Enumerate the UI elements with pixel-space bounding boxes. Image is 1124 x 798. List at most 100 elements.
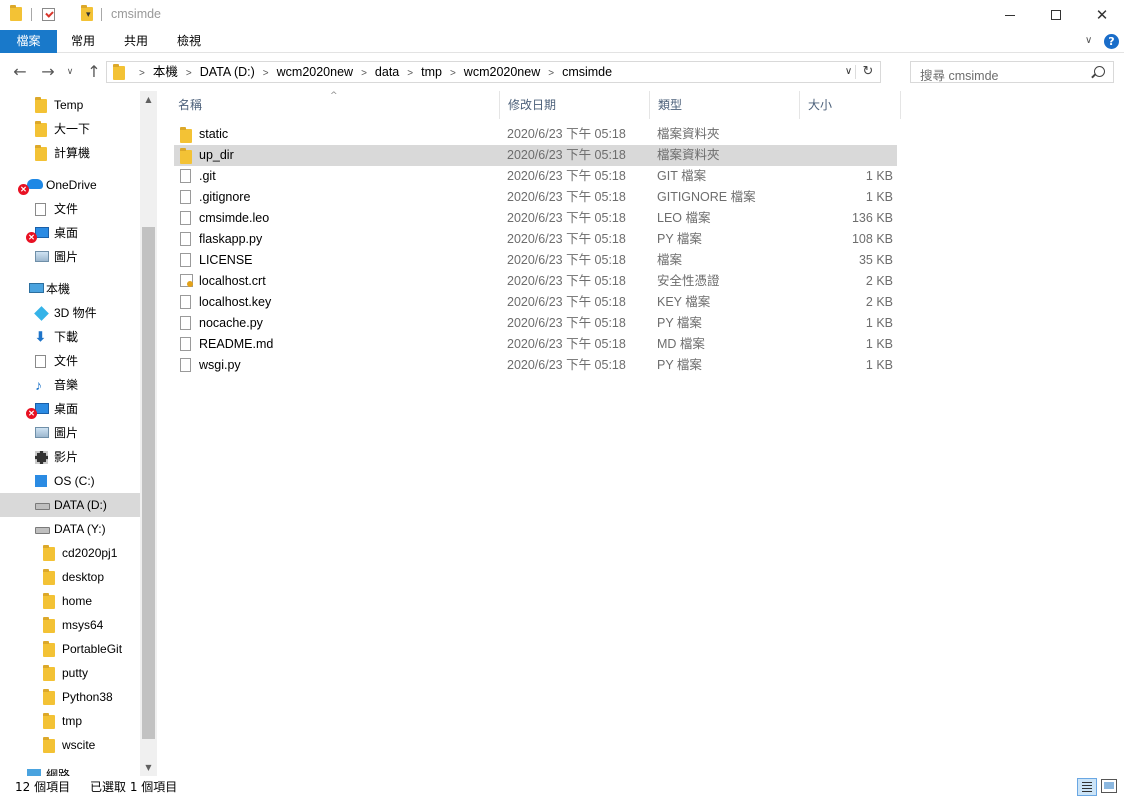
address-dropdown-icon[interactable]: ∨ [842, 65, 856, 79]
file-row[interactable]: LICENSE 2020/6/23 下午 05:18 檔案 35 KB [174, 250, 897, 271]
breadcrumb-separator[interactable]: > [139, 68, 145, 79]
file-date-modified: 2020/6/23 下午 05:18 [507, 148, 626, 162]
nav-item[interactable]: home [0, 589, 140, 613]
nav-item-label: 本機 [46, 282, 71, 296]
nav-item[interactable]: wscite [0, 733, 140, 757]
nav-item[interactable]: 文件 [0, 349, 140, 373]
nav-item[interactable]: 本機 [0, 277, 140, 301]
nav-item[interactable]: 大一下 [0, 117, 140, 141]
breadcrumb-separator[interactable]: > [548, 68, 554, 79]
file-row[interactable]: cmsimde.leo 2020/6/23 下午 05:18 LEO 檔案 136 K… [174, 208, 897, 229]
recent-locations-button[interactable]: ∨ [63, 62, 77, 82]
file-row[interactable]: static 2020/6/23 下午 05:18 檔案資料夾 [174, 124, 897, 145]
nav-item[interactable]: ⬇ 下載 [0, 325, 140, 349]
nav-item-label: OneDrive [46, 178, 97, 192]
nav-item[interactable]: Python38 [0, 685, 140, 709]
nav-item[interactable]: ✕ OneDrive [0, 173, 140, 197]
nav-item[interactable]: msys64 [0, 613, 140, 637]
maximize-button[interactable] [1033, 0, 1079, 30]
nav-item[interactable]: putty [0, 661, 140, 685]
folder-icon [43, 689, 55, 705]
folder-icon [43, 617, 55, 633]
sync-error-icon: ✕ [18, 184, 29, 195]
breadcrumb-item[interactable]: wcm2020new [277, 65, 353, 79]
refresh-button[interactable]: ↻ [858, 63, 878, 81]
nav-item[interactable]: 圖片 [0, 421, 140, 445]
file-row[interactable]: README.md 2020/6/23 下午 05:18 MD 檔案 1 KB [174, 334, 897, 355]
file-row[interactable]: localhost.crt 2020/6/23 下午 05:18 安全性憑證 2 KB [174, 271, 897, 292]
help-icon[interactable]: ? [1104, 34, 1119, 49]
scroll-thumb[interactable] [142, 227, 155, 739]
tab-home[interactable]: 常用 [57, 30, 109, 53]
folder-icon[interactable] [10, 5, 22, 21]
navigation-scrollbar[interactable]: ▲ ▼ [140, 91, 157, 776]
search-icon[interactable] [1094, 66, 1105, 77]
details-view-icon[interactable] [1077, 778, 1097, 796]
breadcrumb-item[interactable]: DATA (D:) [200, 65, 255, 79]
file-date-modified: 2020/6/23 下午 05:18 [507, 190, 626, 204]
expand-ribbon-icon[interactable]: ∨ [1085, 35, 1092, 46]
nav-item[interactable]: ♪ 音樂 [0, 373, 140, 397]
nav-item-label: 影片 [54, 450, 79, 464]
tab-view[interactable]: 檢視 [163, 30, 215, 53]
folder-icon [180, 148, 192, 164]
nav-item[interactable]: PortableGit [0, 637, 140, 661]
file-row[interactable]: up_dir 2020/6/23 下午 05:18 檔案資料夾 [174, 145, 897, 166]
nav-item[interactable]: 影片 [0, 445, 140, 469]
back-button[interactable]: ← [9, 62, 31, 82]
customize-quick-access-icon[interactable]: ▾ [86, 10, 91, 20]
breadcrumb[interactable]: > 本機 > DATA (D:) > wcm2020new > data > tmp > wcm202… [131, 62, 612, 82]
file-row[interactable]: .git 2020/6/23 下午 05:18 GIT 檔案 1 KB [174, 166, 897, 187]
nav-item[interactable]: ✕ 桌面 [0, 221, 140, 245]
nav-item[interactable]: 文件 [0, 197, 140, 221]
breadcrumb-separator[interactable]: > [263, 68, 269, 79]
properties-icon[interactable] [42, 8, 55, 21]
forward-button[interactable]: → [37, 62, 59, 82]
nav-item[interactable]: OS (C:) [0, 469, 140, 493]
nav-item[interactable]: cd2020pj1 [0, 541, 140, 565]
search-placeholder: 搜尋 cmsimde [920, 69, 999, 83]
breadcrumb-separator[interactable]: > [407, 68, 413, 79]
breadcrumb-separator[interactable]: > [361, 68, 367, 79]
nav-item[interactable]: DATA (Y:) [0, 517, 140, 541]
nav-item[interactable]: 計算機 [0, 141, 140, 165]
breadcrumb-separator[interactable]: > [450, 68, 456, 79]
file-row[interactable]: .gitignore 2020/6/23 下午 05:18 GITIGNORE 檔案… [174, 187, 897, 208]
column-header-date-modified[interactable]: 修改日期 [500, 91, 650, 119]
breadcrumb-item[interactable]: tmp [421, 65, 442, 79]
address-bar[interactable]: > 本機 > DATA (D:) > wcm2020new > data > tmp > wcm202… [106, 61, 881, 83]
tab-file[interactable]: 檔案 [0, 30, 57, 53]
file-row[interactable]: localhost.key 2020/6/23 下午 05:18 KEY 檔案 2 K… [174, 292, 897, 313]
large-icons-view-icon[interactable] [1101, 779, 1117, 793]
minimize-button[interactable] [987, 0, 1033, 30]
breadcrumb-item[interactable]: wcm2020new [464, 65, 540, 79]
file-row[interactable]: wsgi.py 2020/6/23 下午 05:18 PY 檔案 1 KB [174, 355, 897, 376]
scroll-up-icon[interactable]: ▲ [140, 91, 157, 108]
nav-item-label: putty [62, 666, 89, 680]
file-type: PY 檔案 [657, 232, 702, 246]
nav-item[interactable]: ✕ 桌面 [0, 397, 140, 421]
search-input[interactable]: 搜尋 cmsimde [910, 61, 1114, 83]
up-button[interactable]: ↑ [83, 62, 105, 82]
nav-item[interactable]: tmp [0, 709, 140, 733]
breadcrumb-item[interactable]: data [375, 65, 399, 79]
close-button[interactable]: ✕ [1079, 0, 1124, 30]
breadcrumb-item[interactable]: cmsimde [562, 65, 612, 79]
nav-item[interactable]: 圖片 [0, 245, 140, 269]
breadcrumb-item[interactable]: 本機 [153, 65, 178, 79]
nav-item-label: cd2020pj1 [62, 546, 118, 560]
scroll-down-icon[interactable]: ▼ [140, 759, 157, 776]
maximize-icon [1051, 10, 1061, 20]
nav-item[interactable]: 3D 物件 [0, 301, 140, 325]
file-row[interactable]: nocache.py 2020/6/23 下午 05:18 PY 檔案 1 KB [174, 313, 897, 334]
column-header-size[interactable]: 大小 [800, 91, 901, 119]
nav-item[interactable]: 網路 [0, 763, 140, 776]
nav-item[interactable]: DATA (D:) [0, 493, 140, 517]
tab-share[interactable]: 共用 [109, 30, 163, 53]
nav-item[interactable]: Temp [0, 93, 140, 117]
column-header-type[interactable]: 類型 [650, 91, 800, 119]
file-row[interactable]: flaskapp.py 2020/6/23 下午 05:18 PY 檔案 108 KB [174, 229, 897, 250]
breadcrumb-separator[interactable]: > [186, 68, 192, 79]
nav-item[interactable]: desktop [0, 565, 140, 589]
column-header-name[interactable]: 名稱 [170, 91, 500, 119]
